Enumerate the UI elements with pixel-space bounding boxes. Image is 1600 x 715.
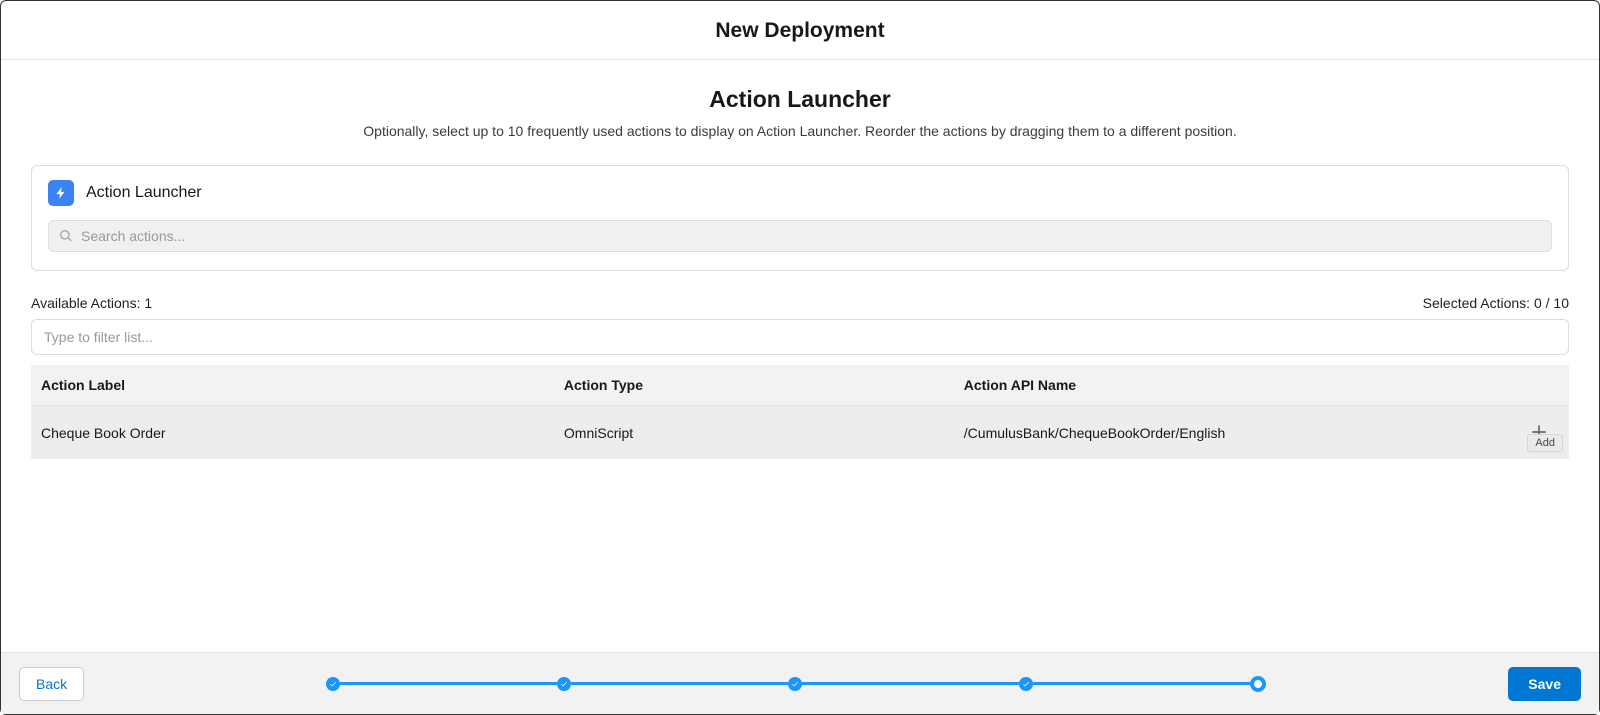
progress-step-5-current[interactable] [1250,676,1266,692]
add-tooltip: Add [1527,434,1563,452]
section-subtitle: Optionally, select up to 10 frequently u… [31,123,1569,139]
modal-footer: Back Save [1,652,1599,714]
col-action-type: Action Type [554,365,954,406]
available-actions-count: Available Actions: 1 [31,295,152,311]
progress-step-3[interactable] [788,677,802,691]
counts-row: Available Actions: 1 Selected Actions: 0… [31,295,1569,311]
progress-track [326,676,1266,692]
launcher-label: Action Launcher [86,184,202,202]
search-icon [59,229,73,243]
col-action-api: Action API Name [954,365,1508,406]
section-title: Action Launcher [31,86,1569,113]
selected-actions-count: Selected Actions: 0 / 10 [1423,295,1569,311]
progress-line [340,682,557,685]
modal-title: New Deployment [1,1,1599,60]
launcher-header: Action Launcher [48,180,1552,206]
search-actions-input[interactable] [81,228,1541,244]
col-action-label: Action Label [31,365,554,406]
progress-step-4[interactable] [1019,677,1033,691]
save-button[interactable]: Save [1508,667,1581,701]
main-content: Action Launcher Optionally, select up to… [1,60,1599,652]
cell-action-type: OmniScript [554,406,954,460]
progress-step-2[interactable] [557,677,571,691]
table-header-row: Action Label Action Type Action API Name [31,365,1569,406]
launcher-card: Action Launcher [31,165,1569,271]
progress-indicator [84,676,1508,692]
progress-step-1[interactable] [326,677,340,691]
col-add [1507,365,1569,406]
filter-list-input[interactable] [31,319,1569,355]
cell-action-api: /CumulusBank/ChequeBookOrder/English [954,406,1508,460]
progress-line [802,682,1019,685]
back-button[interactable]: Back [19,667,84,701]
cell-action-label: Cheque Book Order [31,406,554,460]
search-actions-field[interactable] [48,220,1552,252]
lightning-icon [48,180,74,206]
cell-add: Add [1507,406,1569,460]
progress-line [1033,682,1250,685]
table-row: Cheque Book Order OmniScript /CumulusBan… [31,406,1569,460]
actions-table: Action Label Action Type Action API Name… [31,365,1569,459]
progress-line [571,682,788,685]
